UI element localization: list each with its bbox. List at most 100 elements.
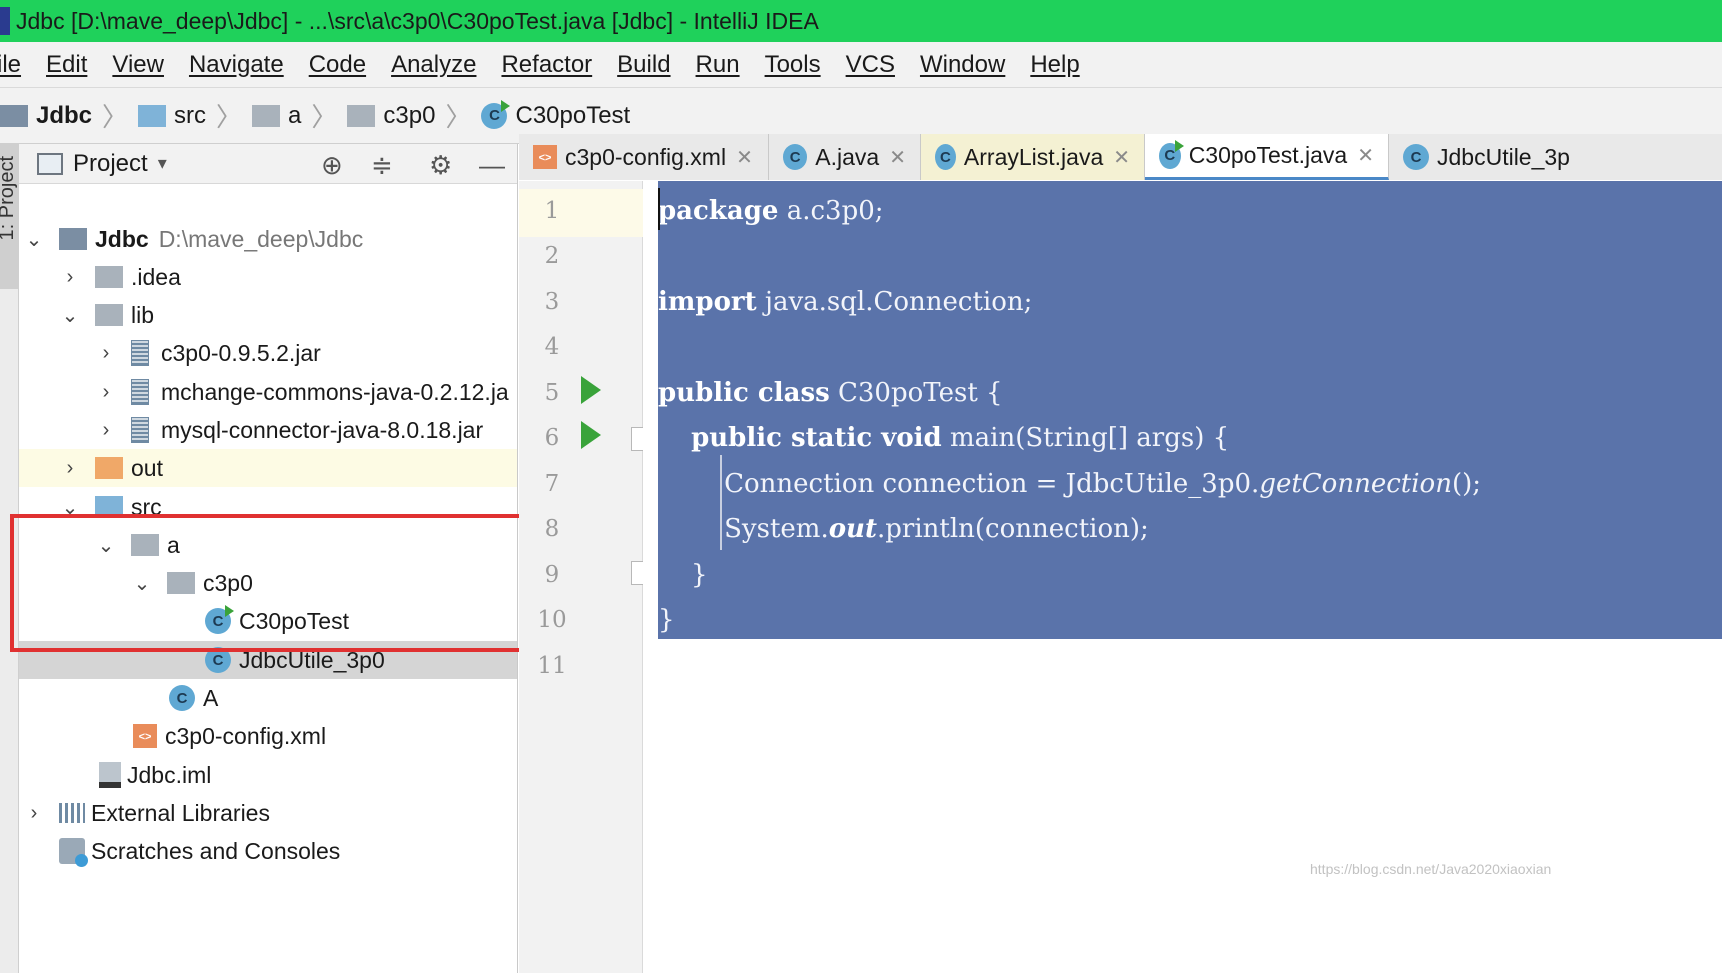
menu-view[interactable]: View bbox=[112, 51, 164, 79]
tree-item-jar[interactable]: › mysql-connector-java-8.0.18.jar bbox=[19, 411, 517, 449]
chevron-down-icon[interactable]: ⌄ bbox=[23, 227, 45, 252]
keyword: package bbox=[658, 196, 779, 226]
code-text: Connection connection = JdbcUtile_3p0. bbox=[658, 469, 1260, 499]
tab-c3p0-config-xml[interactable]: <> c3p0-config.xml ✕ bbox=[519, 134, 769, 180]
tree-item-label: Jdbc bbox=[95, 225, 149, 252]
runnable-class-icon: C bbox=[481, 99, 511, 129]
scratches-icon bbox=[59, 838, 88, 867]
minimize-icon[interactable]: — bbox=[479, 150, 505, 181]
breadcrumb-label: C30poTest bbox=[515, 101, 631, 129]
chevron-down-icon[interactable]: ⌄ bbox=[95, 533, 117, 558]
tree-item-c3p0[interactable]: ⌄ c3p0 bbox=[19, 564, 517, 602]
tab-label: C30poTest.java bbox=[1188, 142, 1348, 168]
keyword: import bbox=[658, 287, 757, 317]
project-tool-tab[interactable]: 1: Project bbox=[0, 144, 18, 289]
tree-item-a[interactable]: ⌄ a bbox=[19, 526, 517, 564]
menu-tools[interactable]: Tools bbox=[765, 51, 821, 79]
breadcrumb-jdbc[interactable]: Jdbc 〉 bbox=[0, 97, 138, 134]
editor-tab-bar: <> c3p0-config.xml ✕ C A.java ✕ C ArrayL… bbox=[519, 134, 1722, 180]
tree-item-jar[interactable]: › c3p0-0.9.5.2.jar bbox=[19, 334, 517, 372]
library-icon bbox=[59, 803, 85, 823]
close-icon[interactable]: ✕ bbox=[736, 145, 753, 170]
tree-item-label: A bbox=[203, 684, 219, 711]
tree-item-jdbcutile[interactable]: C JdbcUtile_3p0 bbox=[19, 641, 517, 679]
breadcrumb-c30potest[interactable]: C C30poTest bbox=[481, 99, 631, 130]
tree-item-out[interactable]: › out bbox=[19, 449, 517, 487]
chevron-down-icon[interactable]: ⌄ bbox=[59, 303, 81, 328]
left-tool-strip: 1: Project bbox=[0, 144, 19, 973]
chevron-right-icon[interactable]: › bbox=[95, 419, 117, 442]
menu-build[interactable]: Build bbox=[617, 51, 670, 79]
breadcrumb-a[interactable]: a 〉 bbox=[252, 97, 347, 134]
project-panel: Project ▾ ⊕ ≑ ⚙ — ⌄ Jdbc D:\mave_deep\Jd… bbox=[19, 144, 518, 973]
tree-item-label: c3p0-0.9.5.2.jar bbox=[161, 339, 321, 366]
close-icon[interactable]: ✕ bbox=[889, 145, 906, 170]
menu-help[interactable]: Help bbox=[1030, 51, 1079, 79]
chevron-right-icon[interactable]: › bbox=[59, 266, 81, 289]
package-folder-icon bbox=[167, 572, 195, 594]
tree-item-config-xml[interactable]: <> c3p0-config.xml bbox=[19, 717, 517, 755]
tree-item-scratches[interactable]: Scratches and Consoles bbox=[19, 832, 517, 870]
tree-item-label: C30poTest bbox=[239, 607, 349, 634]
class-icon: C bbox=[205, 647, 231, 673]
menu-window[interactable]: Window bbox=[920, 51, 1005, 79]
tab-a-java[interactable]: C A.java ✕ bbox=[769, 134, 921, 180]
chevron-right-icon[interactable]: › bbox=[95, 342, 117, 365]
menu-navigate[interactable]: Navigate bbox=[189, 51, 284, 79]
run-main-icon[interactable] bbox=[581, 421, 601, 449]
code-text: a.c3p0; bbox=[778, 196, 884, 226]
menu-code[interactable]: Code bbox=[309, 51, 366, 79]
chevron-down-icon[interactable]: ⌄ bbox=[131, 571, 153, 596]
menu-bar: ile Edit View Navigate Code Analyze Refa… bbox=[0, 42, 1722, 88]
tree-item-iml[interactable]: Jdbc.iml bbox=[19, 756, 517, 794]
xml-file-icon: <> bbox=[133, 724, 157, 748]
breadcrumb-c3p0[interactable]: c3p0 〉 bbox=[347, 97, 481, 134]
code-editor[interactable]: package a.c3p0; import java.sql.Connecti… bbox=[643, 181, 1722, 973]
menu-refactor[interactable]: Refactor bbox=[501, 51, 592, 79]
tree-item-src[interactable]: ⌄ src bbox=[19, 488, 517, 526]
tab-arraylist-java[interactable]: C ArrayList.java ✕ bbox=[921, 134, 1145, 180]
chevron-down-icon[interactable]: ▾ bbox=[158, 153, 167, 174]
module-folder-icon bbox=[0, 104, 28, 127]
menu-analyze[interactable]: Analyze bbox=[391, 51, 476, 79]
code-text: (); bbox=[1451, 469, 1481, 499]
gear-icon[interactable]: ⚙ bbox=[429, 150, 452, 181]
class-icon: C bbox=[935, 144, 956, 170]
watermark: https://blog.csdn.net/Java2020xiaoxian bbox=[1310, 861, 1552, 877]
menu-run[interactable]: Run bbox=[696, 51, 740, 79]
run-class-icon[interactable] bbox=[581, 376, 601, 404]
line-number: 2 bbox=[544, 243, 560, 269]
chevron-right-icon: 〉 bbox=[216, 102, 243, 132]
chevron-down-icon[interactable]: ⌄ bbox=[59, 495, 81, 520]
tab-jdbcutile-3p0[interactable]: C JdbcUtile_3p bbox=[1389, 134, 1722, 180]
code-text: main(String[] args) { bbox=[941, 423, 1230, 453]
tree-item-jar[interactable]: › mchange-commons-java-0.2.12.ja bbox=[19, 373, 517, 411]
tree-item-jdbc[interactable]: ⌄ Jdbc D:\mave_deep\Jdbc bbox=[19, 220, 517, 258]
tab-label: A.java bbox=[815, 143, 880, 170]
tab-c30potest-java[interactable]: C C30poTest.java ✕ bbox=[1145, 134, 1389, 180]
chevron-right-icon[interactable]: › bbox=[23, 802, 45, 825]
project-view-title[interactable]: Project bbox=[73, 150, 148, 178]
breadcrumb-src[interactable]: src 〉 bbox=[138, 97, 252, 134]
class-icon: C bbox=[783, 144, 808, 170]
menu-edit[interactable]: Edit bbox=[46, 51, 87, 79]
menu-file[interactable]: ile bbox=[0, 51, 21, 79]
menu-vcs[interactable]: VCS bbox=[846, 51, 895, 79]
static-method: getConnection bbox=[1259, 469, 1452, 499]
close-icon[interactable]: ✕ bbox=[1113, 145, 1130, 170]
tree-item-idea[interactable]: › .idea bbox=[19, 258, 517, 296]
tree-item-external-libraries[interactable]: › External Libraries bbox=[19, 794, 517, 832]
code-text: System. bbox=[658, 514, 829, 544]
collapse-all-icon[interactable]: ≑ bbox=[371, 150, 393, 181]
tree-item-lib[interactable]: ⌄ lib bbox=[19, 296, 517, 334]
tree-item-label: .idea bbox=[131, 263, 181, 290]
close-icon[interactable]: ✕ bbox=[1357, 143, 1374, 168]
tree-item-c30potest[interactable]: C C30poTest bbox=[19, 602, 517, 640]
chevron-right-icon[interactable]: › bbox=[59, 457, 81, 480]
text-caret bbox=[658, 188, 660, 230]
locate-target-icon[interactable]: ⊕ bbox=[321, 150, 343, 181]
breadcrumb-label: Jdbc bbox=[36, 101, 93, 129]
tree-item-a-class[interactable]: C A bbox=[19, 679, 517, 717]
chevron-right-icon[interactable]: › bbox=[95, 381, 117, 404]
